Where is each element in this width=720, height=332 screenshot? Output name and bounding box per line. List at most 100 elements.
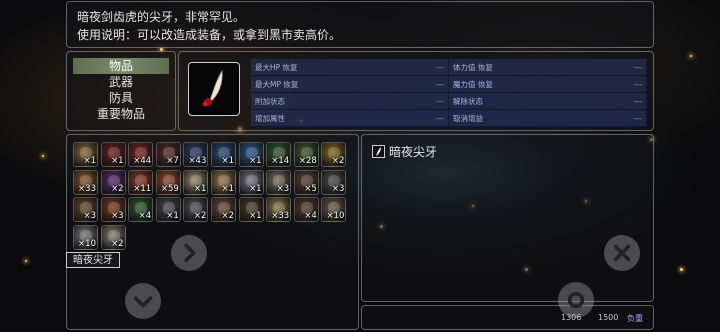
inventory-slot[interactable]: ×44 bbox=[128, 142, 154, 167]
slot-count: ×14 bbox=[271, 156, 290, 166]
inventory-slot[interactable]: ×1 bbox=[211, 142, 236, 167]
inventory-slot[interactable]: ×2 bbox=[183, 197, 209, 222]
slot-count: ×44 bbox=[133, 156, 152, 166]
item-usage: 使用说明：可以改造成装备，或拿到黑市卖高价。 bbox=[77, 28, 342, 42]
inventory-slot[interactable]: ×1 bbox=[211, 169, 236, 195]
detail-item-name: 暗夜尖牙 bbox=[389, 145, 438, 159]
slot-count: ×1 bbox=[193, 183, 207, 194]
inventory-slot[interactable]: ×33 bbox=[266, 197, 292, 222]
slot-count: ×33 bbox=[271, 211, 290, 221]
stat-row: 附加状态 --- 解除状态 --- bbox=[251, 93, 647, 110]
item-description: 暗夜剑齿虎的尖牙，非常罕见。 bbox=[77, 10, 246, 24]
stat-label: 最大MP 恢复 bbox=[255, 79, 299, 89]
item-detail-panel: 暗夜尖牙 bbox=[361, 134, 654, 302]
inventory-slot[interactable]: ×59 bbox=[155, 169, 181, 195]
weight-max: 1500 bbox=[598, 313, 619, 322]
slot-count: ×5 bbox=[304, 183, 317, 194]
inventory-slot[interactable]: ×3 bbox=[73, 197, 98, 222]
stat-cell: 体力值 恢复 --- bbox=[449, 59, 647, 76]
category-armor[interactable]: 防具 bbox=[73, 90, 169, 106]
stat-label: 魔力值 恢复 bbox=[453, 79, 493, 89]
inventory-slot[interactable]: ×2 bbox=[211, 197, 236, 222]
weight-label: 负重 bbox=[627, 314, 643, 323]
stat-label: 体力值 恢复 bbox=[453, 62, 493, 72]
inventory-slot[interactable]: ×10 bbox=[321, 197, 347, 222]
fang-icon bbox=[202, 69, 223, 107]
stat-cell: 附加状态 --- bbox=[251, 93, 449, 110]
next-page-button[interactable] bbox=[171, 235, 207, 271]
inventory-slot[interactable]: ×11 bbox=[128, 169, 154, 195]
inventory-slot[interactable]: ×1 bbox=[183, 169, 209, 195]
slot-count: ×1 bbox=[249, 183, 262, 194]
category-weapons[interactable]: 武器 bbox=[73, 74, 169, 90]
inventory-slot[interactable]: ×7 bbox=[155, 142, 181, 167]
slot-count: ×2 bbox=[331, 156, 345, 166]
slot-count: ×1 bbox=[221, 183, 234, 194]
inventory-slot[interactable]: ×43 bbox=[183, 142, 209, 167]
slot-count: ×2 bbox=[193, 211, 207, 221]
inventory-slot[interactable]: ×2 bbox=[100, 224, 126, 250]
circle-icon bbox=[567, 291, 585, 309]
inventory-slot[interactable]: ×3 bbox=[321, 169, 347, 195]
inventory-slot[interactable]: ×1 bbox=[238, 197, 264, 222]
stat-value: --- bbox=[435, 96, 444, 106]
inventory-slot[interactable]: ×14 bbox=[266, 142, 292, 167]
weight-current: 1306 bbox=[561, 313, 582, 322]
inventory-slot[interactable]: ×3 bbox=[266, 169, 292, 195]
stat-value: --- bbox=[435, 113, 444, 123]
stat-label: 增加属性 bbox=[255, 113, 285, 123]
stat-value: --- bbox=[633, 113, 642, 123]
inventory-slot[interactable]: ×10 bbox=[73, 224, 98, 250]
item-description-panel: 暗夜剑齿虎的尖牙，非常罕见。 使用说明：可以改造成装备，或拿到黑市卖高价。 bbox=[66, 1, 654, 48]
inventory-slot[interactable]: ×33 bbox=[73, 169, 98, 195]
inventory-slot[interactable]: ×5 bbox=[293, 169, 319, 195]
slot-count: ×3 bbox=[83, 211, 96, 221]
stat-row: 最大MP 恢复 --- 魔力值 恢复 --- bbox=[251, 76, 647, 93]
slot-count: ×33 bbox=[78, 183, 96, 194]
stat-cell: 最大MP 恢复 --- bbox=[251, 76, 449, 93]
stat-value: --- bbox=[633, 79, 642, 89]
slot-count: ×7 bbox=[166, 156, 179, 166]
close-button[interactable] bbox=[604, 235, 640, 271]
slot-count: ×4 bbox=[138, 211, 152, 221]
stat-value: --- bbox=[435, 62, 444, 72]
stat-cell: 增加属性 --- bbox=[251, 110, 449, 127]
stat-cell: 最大HP 恢复 --- bbox=[251, 59, 449, 76]
slot-count: ×1 bbox=[249, 156, 262, 166]
inventory-slot[interactable]: ×3 bbox=[100, 197, 126, 222]
slot-count: ×43 bbox=[188, 156, 207, 166]
slot-count: ×3 bbox=[276, 183, 290, 194]
category-key-items[interactable]: 重要物品 bbox=[73, 106, 169, 122]
slot-count: ×1 bbox=[166, 211, 179, 221]
inventory-slot[interactable]: ×2 bbox=[321, 142, 347, 167]
slot-count: ×10 bbox=[326, 211, 345, 221]
inventory-slot[interactable]: ×2 bbox=[100, 169, 126, 195]
slot-count: ×1 bbox=[221, 156, 234, 166]
stat-cell: 解除状态 --- bbox=[449, 93, 647, 110]
inventory-slot[interactable]: ×1 bbox=[155, 197, 181, 222]
slot-count: ×1 bbox=[83, 156, 96, 166]
inventory-slot[interactable]: ×1 bbox=[100, 142, 126, 167]
inventory-slot[interactable]: ×1 bbox=[238, 169, 264, 195]
inventory-slot[interactable]: ×4 bbox=[293, 197, 319, 222]
item-tooltip: 暗夜尖牙 bbox=[66, 252, 120, 268]
item-preview bbox=[188, 62, 240, 116]
stat-value: --- bbox=[633, 96, 642, 106]
fang-icon bbox=[372, 145, 385, 158]
stat-label: 附加状态 bbox=[255, 96, 285, 106]
inventory-slot[interactable]: ×1 bbox=[238, 142, 264, 167]
stat-label: 取消增益 bbox=[453, 113, 483, 123]
slot-count: ×28 bbox=[298, 156, 317, 166]
slot-count: ×1 bbox=[111, 156, 124, 166]
category-items[interactable]: 物品 bbox=[73, 58, 169, 74]
inventory-panel: ×1 ×1 ×44 ×7 ×43 ×1 ×1 ×14 ×28 ×2 ×33 ×2 ×11 ×59 ×1 ×1 ×… bbox=[66, 134, 359, 330]
stat-row: 增加属性 --- 取消增益 --- bbox=[251, 110, 647, 127]
scroll-down-button[interactable] bbox=[125, 283, 161, 319]
inventory-slot[interactable]: ×28 bbox=[293, 142, 319, 167]
slot-count: ×59 bbox=[160, 183, 179, 194]
inventory-slot[interactable]: ×1 bbox=[73, 142, 98, 167]
inventory-slot[interactable]: ×4 bbox=[128, 197, 154, 222]
slot-count: ×3 bbox=[111, 211, 124, 221]
slot-count: ×10 bbox=[78, 238, 96, 249]
category-menu: 物品 武器 防具 重要物品 bbox=[66, 51, 176, 131]
